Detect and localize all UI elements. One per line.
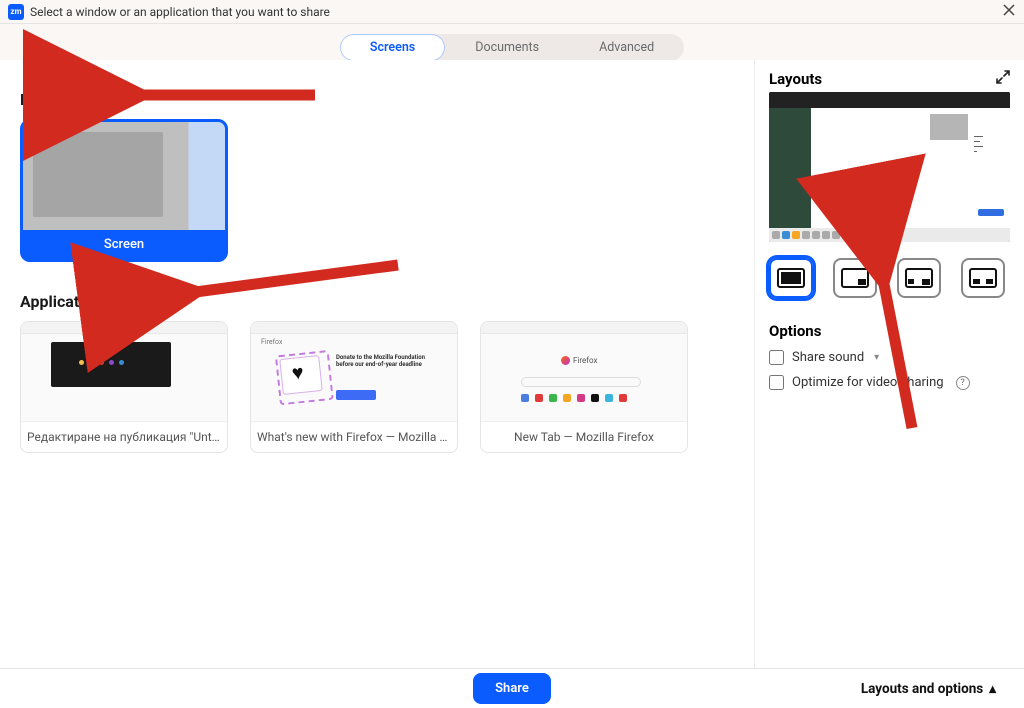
screen-card-label: Screen xyxy=(23,230,225,259)
main-area: Entire screen Screen Application windows… xyxy=(0,60,1024,668)
checkbox-share-sound[interactable] xyxy=(769,350,784,365)
segmented-control: Screens Documents Advanced xyxy=(340,34,684,61)
section-title-application-windows: Application windows xyxy=(20,292,734,311)
share-button[interactable]: Share xyxy=(473,673,551,704)
window-title: Select a window or an application that y… xyxy=(30,5,330,19)
window-card-3[interactable]: Firefox New Tab — Mozilla Firefox xyxy=(480,321,688,453)
options-title: Options xyxy=(769,322,1010,340)
tab-documents[interactable]: Documents xyxy=(445,34,569,61)
layout-preview: ▬▬▬▬▬▬▬▬▬ xyxy=(769,92,1010,242)
screen-card[interactable]: Screen xyxy=(20,119,228,262)
option-share-sound[interactable]: Share sound ▾ xyxy=(769,350,1010,365)
checkbox-optimize-video[interactable] xyxy=(769,375,784,390)
window-label-3: New Tab — Mozilla Firefox xyxy=(481,422,687,452)
left-pane: Entire screen Screen Application windows… xyxy=(0,60,754,668)
window-label-2: What's new with Firefox — Mozilla Firef.… xyxy=(251,422,457,452)
help-icon[interactable]: ? xyxy=(956,376,970,390)
layout-icon-sidebyside[interactable] xyxy=(961,258,1005,298)
expand-icon[interactable] xyxy=(996,70,1010,88)
window-card-2[interactable]: Firefox Donate to the Mozilla Foundation… xyxy=(250,321,458,453)
share-sound-label: Share sound xyxy=(792,350,864,365)
window-thumb-1 xyxy=(21,322,227,422)
option-optimize-video[interactable]: Optimize for video sharing ? xyxy=(769,375,1010,390)
layout-icons xyxy=(769,258,1010,298)
title-bar: zm Select a window or an application tha… xyxy=(0,0,1024,24)
footer: Share Layouts and options ▴ xyxy=(0,668,1024,708)
layouts-title: Layouts xyxy=(769,70,822,88)
window-label-1: Редактиране на публикация "Untitled... xyxy=(21,422,227,452)
close-icon[interactable] xyxy=(1002,2,1016,21)
window-row: Редактиране на публикация "Untitled... F… xyxy=(20,321,734,453)
layouts-toggle-label: Layouts and options xyxy=(861,681,983,697)
layout-icon-pip-medium[interactable] xyxy=(897,258,941,298)
chevron-down-icon[interactable]: ▾ xyxy=(874,352,879,363)
window-card-1[interactable]: Редактиране на публикация "Untitled... xyxy=(20,321,228,453)
screen-thumbnail xyxy=(23,122,225,230)
layouts-and-options-toggle[interactable]: Layouts and options ▴ xyxy=(861,681,996,697)
right-pane: Layouts ▬▬▬▬▬▬▬▬▬ xyxy=(754,60,1024,668)
window-thumb-3: Firefox xyxy=(481,322,687,422)
tab-advanced[interactable]: Advanced xyxy=(569,34,684,61)
layouts-title-row: Layouts xyxy=(769,70,1010,88)
optimize-video-label: Optimize for video sharing xyxy=(792,375,944,390)
layout-icon-fullscreen[interactable] xyxy=(769,258,813,298)
zoom-app-icon: zm xyxy=(8,4,24,20)
tab-screens[interactable]: Screens xyxy=(340,34,445,61)
section-title-entire-screen: Entire screen xyxy=(20,90,734,109)
window-thumb-2: Firefox Donate to the Mozilla Foundation… xyxy=(251,322,457,422)
triangle-up-icon: ▴ xyxy=(989,681,996,697)
layout-icon-pip-small[interactable] xyxy=(833,258,877,298)
